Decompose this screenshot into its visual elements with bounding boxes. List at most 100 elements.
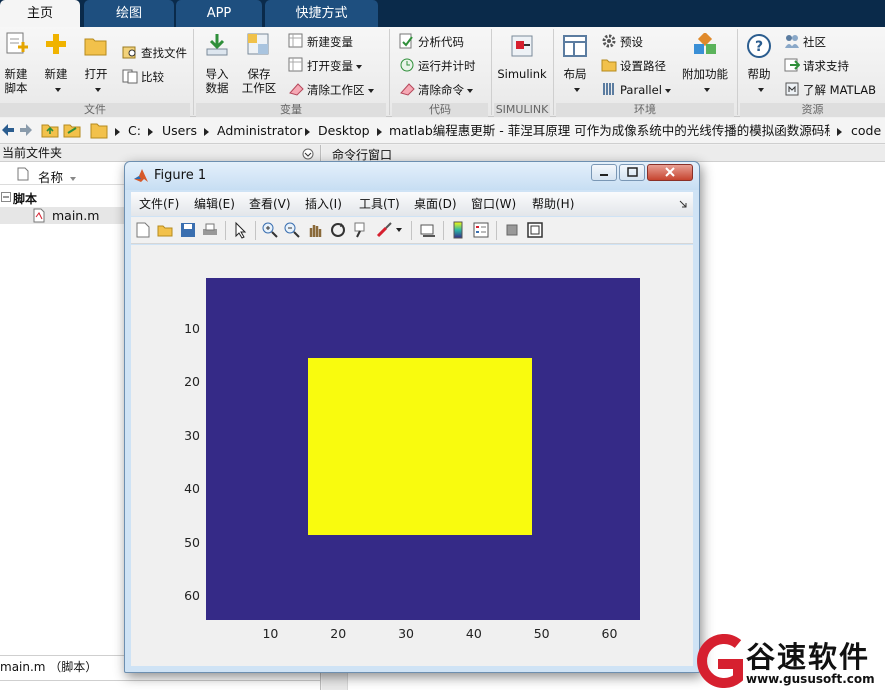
zoom-in-icon[interactable] (261, 221, 279, 239)
layout-icon (563, 35, 587, 57)
y-tick-label: 60 (184, 587, 200, 603)
new-script-icon (6, 32, 28, 54)
panel-menu-icon[interactable] (302, 148, 314, 160)
watermark: 谷速软件 www.gususoft.com (690, 632, 885, 690)
menu-edit[interactable]: 编辑(E) (194, 196, 235, 212)
breadcrumb-code[interactable]: code (851, 124, 881, 138)
image-axes[interactable] (206, 278, 640, 620)
x-tick-label: 50 (533, 626, 550, 641)
file-group-label: 文件 (0, 103, 190, 117)
new-dropdown-icon (40, 82, 72, 96)
parallel-text: Parallel (620, 83, 662, 97)
link-plot-icon[interactable] (419, 221, 437, 239)
tab-apps[interactable]: APP (176, 0, 262, 27)
open-file-icon[interactable] (156, 221, 174, 239)
gear-icon (602, 34, 616, 48)
breadcrumb-separator (148, 128, 153, 136)
figure-titlebar[interactable]: Figure 1 (125, 162, 699, 190)
breadcrumb-administrator[interactable]: Administrator (217, 124, 302, 138)
x-tick-mark (609, 615, 610, 620)
toolbar-separator (255, 221, 256, 240)
menu-insert[interactable]: 插入(I) (305, 196, 342, 212)
brush-dropdown-icon[interactable] (396, 228, 403, 233)
y-tick-label: 30 (184, 427, 200, 443)
menu-view[interactable]: 查看(V) (249, 196, 291, 212)
y-tick-mark (206, 543, 211, 544)
name-column-header[interactable]: 名称 (38, 167, 76, 186)
menu-window[interactable]: 窗口(W) (471, 196, 516, 212)
zoom-out-icon[interactable] (283, 221, 301, 239)
maximize-button[interactable] (619, 164, 645, 181)
simulink-icon (511, 35, 533, 57)
breadcrumb-drive[interactable]: C: (128, 124, 141, 138)
tab-home[interactable]: 主页 (0, 0, 80, 27)
forward-icon[interactable] (19, 123, 33, 137)
legend-icon[interactable] (472, 221, 490, 239)
svg-text:?: ? (755, 39, 763, 55)
toolbar-separator (225, 221, 226, 240)
sort-icon (70, 176, 76, 181)
figure-canvas[interactable]: 10 20 30 40 50 60 10 20 30 40 50 60 (131, 245, 693, 666)
show-plot-tools-icon[interactable] (526, 221, 544, 239)
x-tick-label: 60 (601, 626, 618, 641)
menu-tools[interactable]: 工具(T) (359, 196, 400, 212)
analyze-code-label: 分析代码 (418, 35, 464, 49)
set-path-label: 设置路径 (620, 59, 666, 73)
new-script-label-1: 新建 (4, 67, 28, 81)
menu-help[interactable]: 帮助(H) (532, 196, 574, 212)
tab-plots[interactable]: 绘图 (84, 0, 174, 27)
addons-icon (694, 33, 716, 54)
close-button[interactable] (647, 164, 693, 181)
breadcrumb-project-folder[interactable]: matlab编程惠更斯 - 菲涅耳原理 可作为成像系统中的光线传播的模拟函数源码… (389, 124, 830, 138)
x-tick-mark (406, 615, 407, 620)
data-cursor-icon[interactable] (352, 221, 370, 239)
menu-desktop[interactable]: 桌面(D) (414, 196, 457, 212)
breadcrumb-desktop[interactable]: Desktop (318, 124, 370, 138)
breadcrumb-users[interactable]: Users (162, 124, 197, 138)
collapse-icon[interactable] (1, 192, 11, 202)
hide-plot-tools-icon[interactable] (503, 221, 521, 239)
up-folder-icon[interactable] (41, 122, 59, 138)
import-label-2: 数据 (205, 81, 229, 95)
open-dropdown-icon (80, 82, 112, 96)
pan-icon[interactable] (306, 221, 324, 239)
menu-file[interactable]: 文件(F) (139, 196, 179, 212)
y-tick-mark (206, 436, 211, 437)
x-tick-label: 20 (330, 626, 347, 641)
dock-arrow-icon[interactable] (679, 200, 687, 208)
figure-toolbar (131, 217, 693, 244)
tab-shortcuts[interactable]: 快捷方式 (265, 0, 378, 27)
group-divider (553, 29, 554, 115)
y-tick-mark (206, 382, 211, 383)
layout-label: 布局 (563, 67, 587, 81)
pointer-icon[interactable] (231, 221, 249, 239)
section-scripts-label: 脚本 (13, 192, 38, 206)
y-tick-mark (206, 329, 211, 330)
x-tick-mark (270, 615, 271, 620)
toolbar-separator (443, 221, 444, 240)
minimize-button[interactable] (591, 164, 617, 181)
variable-group-label: 变量 (196, 103, 386, 117)
minimize-icon (600, 174, 608, 176)
help-label: 帮助 (747, 67, 771, 81)
request-support-icon (784, 58, 800, 72)
open-variable-text: 打开变量 (307, 59, 353, 73)
ribbon-tab-strip: 主页 绘图 APP 快捷方式 (0, 0, 885, 27)
breadcrumb-separator (377, 128, 382, 136)
browse-folder-icon[interactable] (63, 122, 81, 138)
y-tick-label: 20 (184, 374, 200, 390)
command-window-titlebar: 命令行窗口 (322, 145, 885, 162)
brush-icon[interactable] (375, 221, 393, 239)
run-and-time-label: 运行并计时 (418, 59, 476, 73)
save-figure-icon[interactable] (179, 221, 197, 239)
print-icon[interactable] (201, 221, 219, 239)
group-divider (491, 29, 492, 115)
preferences-label: 预设 (620, 35, 643, 49)
new-figure-icon[interactable] (134, 221, 152, 239)
new-variable-icon (288, 33, 303, 48)
rotate-3d-icon[interactable] (329, 221, 347, 239)
colorbar-icon[interactable] (449, 221, 467, 239)
help-icon: ? (747, 34, 771, 58)
back-icon[interactable] (1, 123, 15, 137)
clear-commands-icon (400, 83, 415, 96)
